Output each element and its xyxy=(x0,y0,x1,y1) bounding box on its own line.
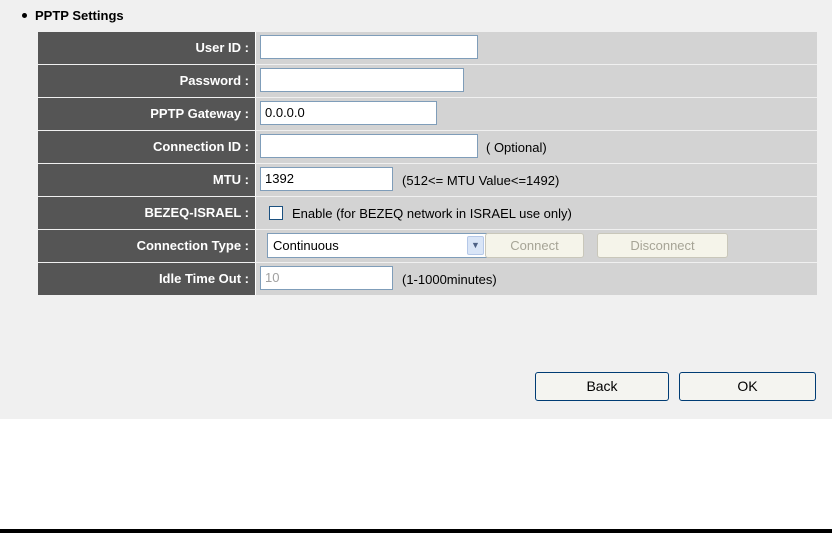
user-id-label: User ID : xyxy=(38,32,256,64)
pptp-settings-panel: PPTP Settings User ID : Password : PPTP … xyxy=(0,0,832,419)
chevron-down-icon[interactable]: ▼ xyxy=(467,236,484,255)
bezeq-checkbox-label: Enable (for BEZEQ network in ISRAEL use … xyxy=(292,206,572,221)
section-title: PPTP Settings xyxy=(22,8,124,23)
disconnect-button[interactable]: Disconnect xyxy=(597,233,728,258)
connection-id-input[interactable] xyxy=(260,134,478,158)
back-button[interactable]: Back xyxy=(535,372,669,401)
section-title-text: PPTP Settings xyxy=(35,8,124,23)
password-cell xyxy=(256,65,817,97)
password-input[interactable] xyxy=(260,68,464,92)
gateway-cell: 0.0.0.0 xyxy=(256,98,817,130)
row-connection-id: Connection ID : ( Optional) xyxy=(38,131,817,163)
connection-id-cell: ( Optional) xyxy=(256,131,817,163)
mtu-cell: 1392 (512<= MTU Value<=1492) xyxy=(256,164,817,196)
connection-type-select[interactable]: Continuous ▼ xyxy=(267,233,487,258)
bezeq-label: BEZEQ-ISRAEL : xyxy=(38,197,256,229)
idle-timeout-input[interactable]: 10 xyxy=(260,266,393,290)
mtu-input[interactable]: 1392 xyxy=(260,167,393,191)
bullet-icon xyxy=(22,13,27,19)
row-password: Password : xyxy=(38,65,817,97)
row-gateway: PPTP Gateway : 0.0.0.0 xyxy=(38,98,817,130)
gateway-label: PPTP Gateway : xyxy=(38,98,256,130)
idle-timeout-label: Idle Time Out : xyxy=(38,263,256,295)
row-bezeq: BEZEQ-ISRAEL : Enable (for BEZEQ network… xyxy=(38,197,817,229)
row-connection-type: Connection Type : Continuous ▼ Connect D… xyxy=(38,230,817,262)
connection-type-value: Continuous xyxy=(273,238,339,253)
user-id-input[interactable] xyxy=(260,35,478,59)
mtu-label: MTU : xyxy=(38,164,256,196)
password-label: Password : xyxy=(38,65,256,97)
row-user-id: User ID : xyxy=(38,32,817,64)
connect-button[interactable]: Connect xyxy=(485,233,584,258)
connection-id-label: Connection ID : xyxy=(38,131,256,163)
bezeq-cell: Enable (for BEZEQ network in ISRAEL use … xyxy=(256,197,817,229)
bezeq-checkbox[interactable] xyxy=(269,206,283,220)
mtu-hint: (512<= MTU Value<=1492) xyxy=(402,173,560,188)
row-mtu: MTU : 1392 (512<= MTU Value<=1492) xyxy=(38,164,817,196)
ok-button[interactable]: OK xyxy=(679,372,816,401)
bottom-divider xyxy=(0,529,832,533)
idle-timeout-cell: 10 (1-1000minutes) xyxy=(256,263,817,295)
gateway-input[interactable]: 0.0.0.0 xyxy=(260,101,437,125)
idle-timeout-hint: (1-1000minutes) xyxy=(402,272,497,287)
connection-type-label: Connection Type : xyxy=(38,230,256,262)
connection-id-hint: ( Optional) xyxy=(486,140,547,155)
user-id-cell xyxy=(256,32,817,64)
row-idle-timeout: Idle Time Out : 10 (1-1000minutes) xyxy=(38,263,817,295)
connection-type-cell: Continuous ▼ Connect Disconnect xyxy=(256,230,817,262)
settings-table: User ID : Password : PPTP Gateway : 0.0.… xyxy=(38,32,817,296)
